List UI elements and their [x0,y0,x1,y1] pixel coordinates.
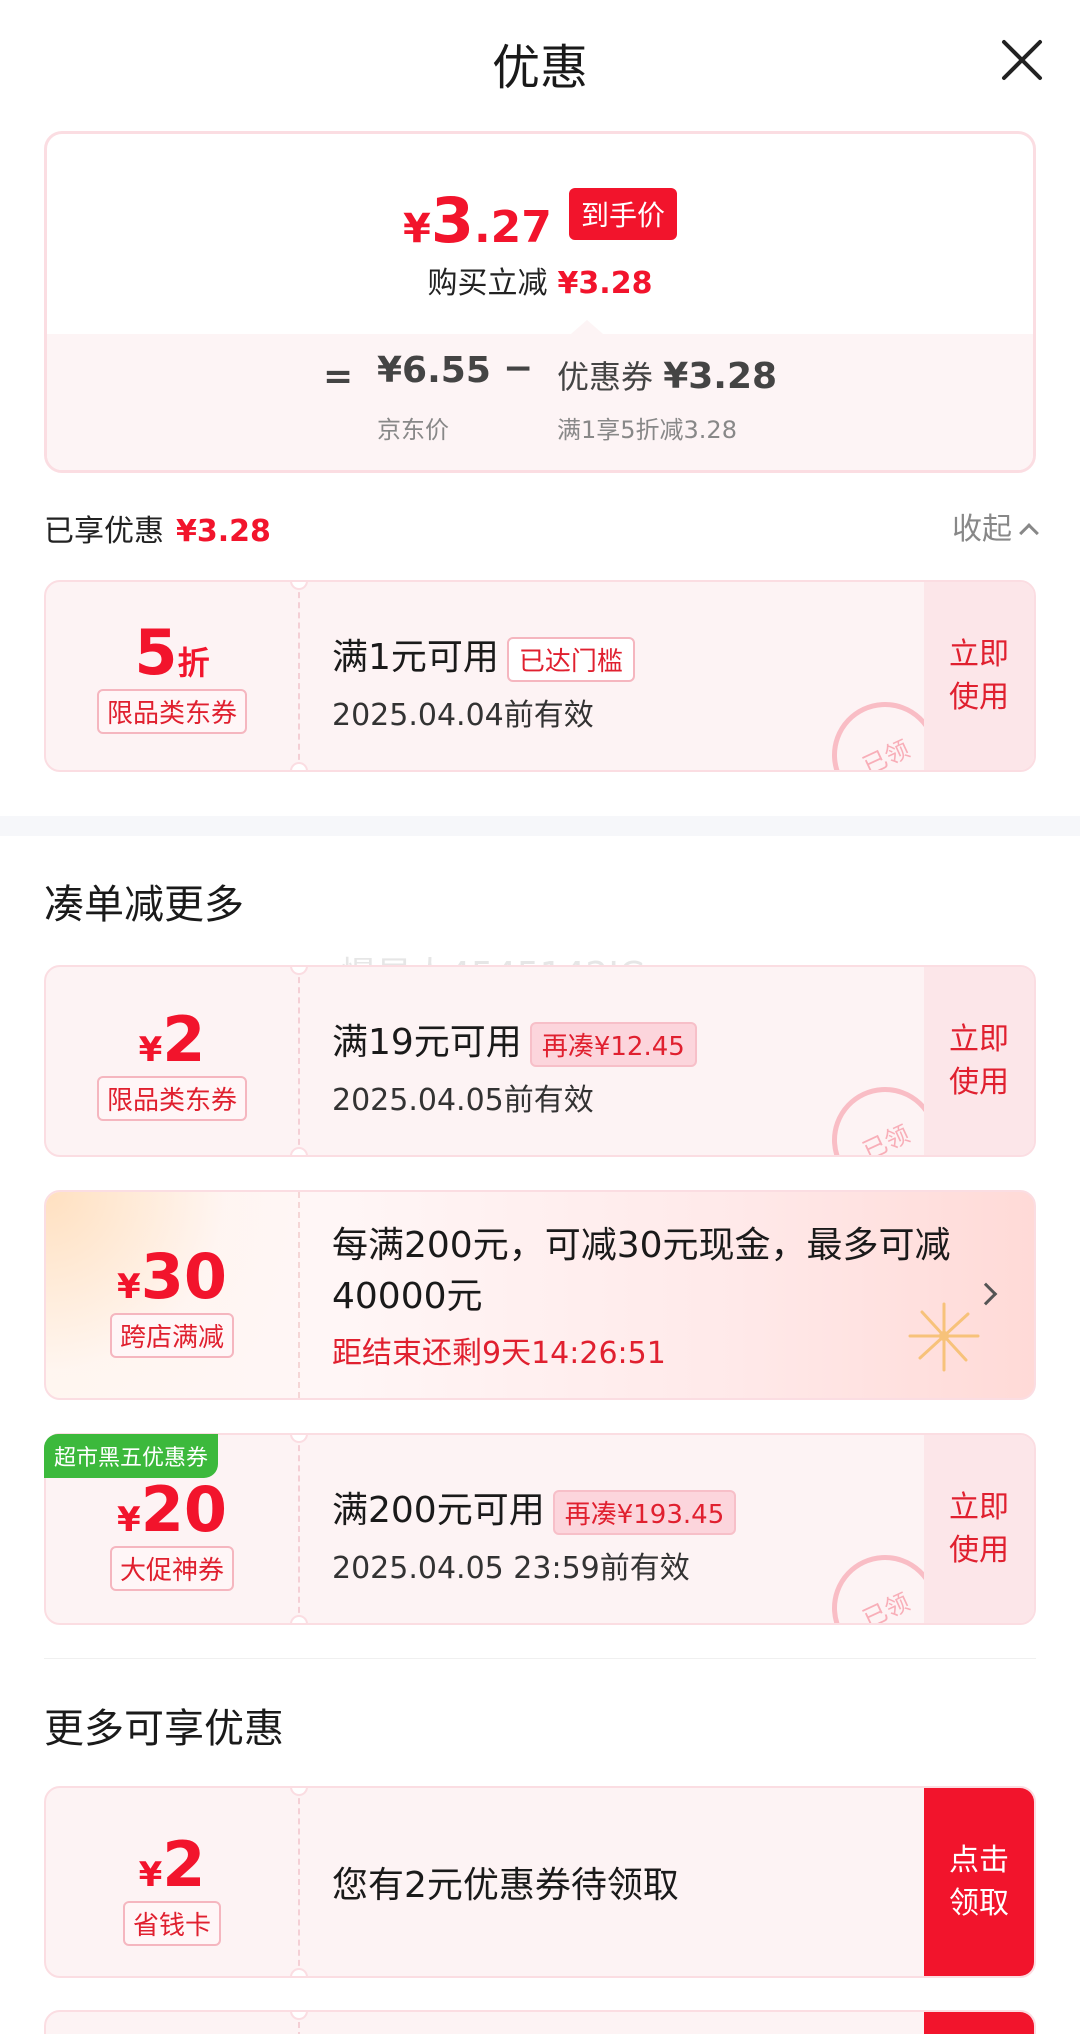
promo-corner-badge: 超市黑五优惠券 [44,1434,219,1478]
discount-value: ¥30 跨店满减 [46,1192,298,1398]
discount-details: 每满200元，可减30元现金，最多可减40000元 距结束还剩9天14:26:5… [332,1220,972,1372]
final-price-badge: 到手价 [569,187,678,240]
coupon-card: ¥2 限品类东券 满19元可用 再凑¥12.45 2025.04.05前有效 已领… [44,965,1036,1157]
firework-icon [908,1302,980,1372]
coupon-condition: 满200元可用 再凑¥193.45 [332,1481,737,1535]
coupon-deduction: 优惠券 ¥3.28 [557,356,778,397]
coupon-type-tag: 大促神券 [109,1546,234,1591]
countdown-timer: 距结束还剩9天14:26:51 [332,1336,666,1372]
coupon-expiry: 2025.04.05前有效 [332,1082,594,1118]
coupon-expiry: 2025.04.04前有效 [332,697,594,733]
final-price: ¥3.27 [402,184,552,257]
use-now-button[interactable]: 立即 使用 [924,967,1034,1155]
enjoyed-amount: ¥3.28 [176,514,271,549]
enjoyed-discount-row: 已享优惠 ¥3.28 [44,506,271,550]
coupon-type-tag: 限品类东券 [96,689,247,734]
use-now-button[interactable]: 立即 使用 [924,1435,1034,1623]
discount-type-tag: 跨店满减 [109,1313,234,1358]
threshold-reached-tag: 已达门槛 [506,636,635,682]
final-price-area: ¥3.27 到手价 购买立减 ¥3.28 [47,134,1033,334]
coupon-value: 5折 限品类东券 [46,582,298,770]
saving-card: ¥2 省钱卡 您有2元优惠券待领取 点击 领取 [44,1786,1036,1978]
price-summary-card: ¥3.27 到手价 购买立减 ¥3.28 = ¥6.55 京东价 − 优惠券 ¥3… [44,131,1036,473]
coupon-condition: 满1元可用 已达门槛 [332,628,635,682]
coupon-value: ¥2 限品类东券 [46,967,298,1155]
use-now-button[interactable]: 立即 使用 [924,582,1034,770]
coupon-expiry: 2025.04.05 23:59前有效 [332,1550,690,1586]
section-title-combine: 凑单减更多 [44,882,244,928]
instant-reduce-row: 购买立减 ¥3.28 [47,258,1033,302]
collapse-label: 收起 [952,512,1012,547]
chevron-up-icon [1019,522,1039,543]
coupon-card [44,2010,1036,2034]
claim-button[interactable] [924,2012,1034,2034]
section-title-more: 更多可享优惠 [44,1706,284,1752]
reduce-label: 购买立减 [427,266,548,301]
coupon-type-tag: 限品类东券 [96,1076,247,1121]
coupon-rule: 满1享5折减3.28 [557,416,737,444]
cross-store-discount-card[interactable]: ¥30 跨店满减 每满200元，可减30元现金，最多可减40000元 距结束还剩… [44,1190,1036,1400]
enjoyed-label: 已享优惠 [44,514,164,549]
card-type-tag: 省钱卡 [122,1901,221,1946]
claim-button[interactable]: 点击 领取 [924,1788,1034,1976]
reduce-amount: ¥3.28 [557,266,653,301]
coupon-details: 满200元可用 再凑¥193.45 2025.04.05 23:59前有效 [332,1481,737,1587]
sheet-title: 优惠 [491,40,588,96]
coupon-details: 满19元可用 再凑¥12.45 2025.04.05前有效 [332,1013,697,1119]
card-details: 您有2元优惠券待领取 [332,1856,679,1908]
coupon-sheet: 优惠 ¥3.27 到手价 购买立减 ¥3.28 = ¥6.55 京东价 − 优惠券… [0,0,1080,2034]
price-breakdown [47,334,1033,470]
card-description: 您有2元优惠券待领取 [332,1865,679,1906]
breakdown-notch [571,320,603,334]
coupon-details: 满1元可用 已达门槛 2025.04.04前有效 [332,628,635,734]
jd-price-label: 京东价 [377,416,449,444]
discount-description: 每满200元，可减30元现金，最多可减40000元 [332,1225,951,1318]
card-value: ¥2 省钱卡 [46,1788,298,1976]
close-icon[interactable] [994,32,1050,88]
collapse-toggle[interactable]: 收起 [952,504,1039,548]
minus-sign: − [503,348,534,389]
equals-sign: = [323,356,354,397]
add-more-tag: 再凑¥193.45 [552,1489,737,1535]
jd-price: ¥6.55 [377,350,491,391]
divider-line [44,1658,1036,1659]
section-separator [0,816,1080,836]
add-more-tag: 再凑¥12.45 [529,1021,697,1067]
coupon-card: 5折 限品类东券 满1元可用 已达门槛 2025.04.04前有效 已领 立即 使… [44,580,1036,772]
coupon-condition: 满19元可用 再凑¥12.45 [332,1013,697,1067]
